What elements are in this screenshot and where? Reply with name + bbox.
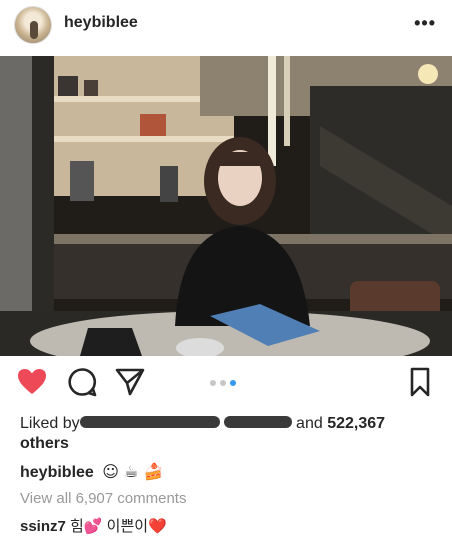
post-header: heybiblee •••	[0, 0, 452, 56]
likes-connector: and	[296, 415, 323, 432]
post-photo[interactable]	[0, 56, 452, 356]
comment-username[interactable]: ssinz7	[20, 518, 66, 535]
avatar[interactable]	[14, 6, 52, 44]
post-actions	[0, 366, 452, 406]
more-icon[interactable]: •••	[414, 13, 436, 34]
bookmark-icon[interactable]	[404, 366, 438, 400]
likes-prefix: Liked by	[20, 415, 80, 432]
caption-emojis: ☺ ☕ 🍰	[102, 462, 164, 481]
post-caption: heybiblee ☺ ☕ 🍰	[20, 462, 163, 482]
share-icon[interactable]	[114, 366, 148, 400]
caption-username[interactable]: heybiblee	[20, 464, 94, 481]
carousel-dot-active[interactable]	[230, 380, 236, 386]
likes-others[interactable]: others	[20, 435, 69, 452]
redacted-username	[223, 416, 292, 429]
redacted-username	[79, 416, 220, 429]
heart-icon[interactable]	[16, 366, 50, 400]
cafe-photo-image	[0, 56, 452, 356]
carousel-indicator	[210, 380, 236, 386]
post-username[interactable]: heybiblee	[64, 14, 138, 32]
view-all-comments-link[interactable]: View all 6,907 comments	[20, 490, 186, 507]
carousel-dot[interactable]	[220, 380, 226, 386]
comment-item: ssinz7 힘💕 이쁜이❤️	[20, 515, 167, 536]
carousel-dot[interactable]	[210, 380, 216, 386]
likes-summary[interactable]: Liked by and 522,367 others	[20, 414, 440, 454]
likes-count[interactable]: 522,367	[327, 415, 385, 432]
comment-text: 힘💕 이쁜이❤️	[70, 518, 167, 535]
comment-icon[interactable]	[66, 366, 100, 400]
